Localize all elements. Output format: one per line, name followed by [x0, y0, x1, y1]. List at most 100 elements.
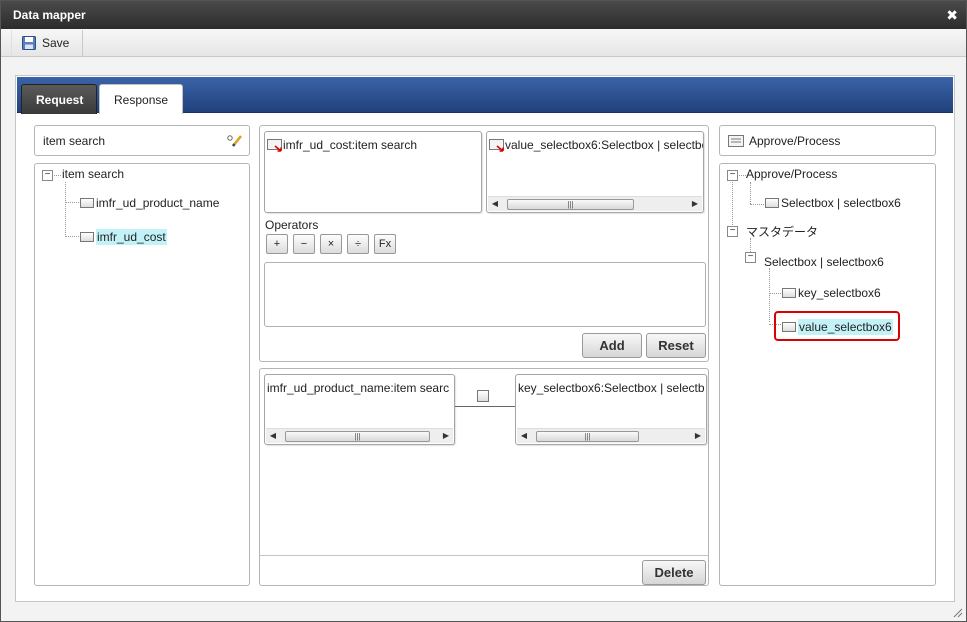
- tree-node-selectbox[interactable]: Selectbox | selectbox6: [765, 196, 901, 210]
- mapping-target-box[interactable]: key_selectbox6:Selectbox | selectb ◀ |||…: [515, 374, 707, 445]
- save-button[interactable]: Save: [11, 30, 83, 56]
- tree-connector: [769, 268, 770, 322]
- mapper-content: Request Response item search − item sear…: [15, 75, 955, 602]
- tree-node-label: imfr_ud_product_name: [96, 196, 220, 210]
- tree-node-label: マスタデータ: [746, 225, 819, 239]
- tree-connector: [65, 182, 66, 237]
- scroll-left-icon[interactable]: ◀: [518, 430, 530, 442]
- tree-node-label: Selectbox | selectbox6: [764, 255, 884, 269]
- formula-panel: imfr_ud_cost:item search value_selectbox…: [259, 125, 709, 362]
- scroll-right-icon[interactable]: ▶: [440, 430, 452, 442]
- target-tree-panel: − Approve/Process Selectbox | selectbox6…: [719, 163, 936, 586]
- field-icon: [782, 322, 796, 332]
- horizontal-scrollbar[interactable]: ◀ ||| ▶: [266, 428, 453, 443]
- tree-node-root-label: item search: [62, 167, 125, 181]
- formula-input[interactable]: [264, 262, 706, 327]
- tab-response[interactable]: Response: [99, 84, 183, 114]
- tab-request[interactable]: Request: [21, 84, 97, 114]
- operator-buttons: + − × ÷ Fx: [266, 234, 406, 256]
- mapping-panel: imfr_ud_product_name:item searc ◀ ||| ▶ …: [259, 368, 709, 586]
- mapping-source-title: imfr_ud_product_name:item searc: [267, 381, 449, 395]
- source-field-title: imfr_ud_cost:item search: [267, 138, 417, 152]
- scroll-right-icon[interactable]: ▶: [689, 198, 701, 210]
- function-operator-button[interactable]: Fx: [374, 234, 396, 254]
- tree-connector: [54, 175, 61, 176]
- tree-node-key[interactable]: key_selectbox6: [782, 286, 881, 300]
- tree-node-label: value_selectbox6: [798, 319, 893, 335]
- tree-node-master-data[interactable]: マスタデータ: [746, 223, 818, 240]
- tree-connector: [769, 293, 781, 294]
- target-form-title: Approve/Process: [719, 125, 936, 156]
- tree-node-label: imfr_ud_cost: [96, 229, 167, 245]
- tree-node-root[interactable]: Approve/Process: [746, 167, 837, 181]
- target-field-label: value_selectbox6:Selectbox | selectbo: [505, 138, 704, 152]
- toolbar: Save: [1, 29, 966, 57]
- add-button[interactable]: Add: [582, 333, 642, 358]
- field-icon: [80, 198, 94, 208]
- close-icon[interactable]: ✖: [946, 7, 958, 24]
- field-icon: [782, 288, 796, 298]
- minus-operator-button[interactable]: −: [293, 234, 315, 254]
- tree-connector: [750, 182, 751, 204]
- field-icon: [765, 198, 779, 208]
- scroll-thumb[interactable]: |||: [285, 431, 430, 442]
- collapse-icon[interactable]: −: [42, 170, 53, 181]
- tree-node-selectbox-group[interactable]: Selectbox | selectbox6: [764, 255, 884, 269]
- mapping-target-title: key_selectbox6:Selectbox | selectb: [518, 381, 705, 395]
- tab-strip: Request Response: [17, 77, 953, 114]
- tree-connector: [732, 182, 733, 225]
- target-form-title-label: Approve/Process: [749, 133, 841, 148]
- target-field-box[interactable]: value_selectbox6:Selectbox | selectbo ◀ …: [486, 131, 704, 213]
- tree-node-cost[interactable]: imfr_ud_cost: [80, 229, 167, 245]
- tree-node-value[interactable]: value_selectbox6: [782, 319, 893, 335]
- horizontal-scrollbar[interactable]: ◀ ||| ▶: [517, 428, 705, 443]
- tree-node-label: Selectbox | selectbox6: [781, 196, 901, 210]
- field-link-icon: [489, 139, 504, 152]
- delete-button[interactable]: Delete: [642, 560, 706, 585]
- source-field-label: imfr_ud_cost:item search: [283, 138, 418, 152]
- mapping-checkbox[interactable]: [477, 390, 489, 402]
- tree-connector: [739, 175, 746, 176]
- tree-connector: [65, 236, 79, 237]
- tree-node-root-label: Approve/Process: [746, 167, 838, 181]
- tree-connector: [65, 202, 79, 203]
- tree-node-root[interactable]: item search: [62, 167, 124, 181]
- multiply-operator-button[interactable]: ×: [320, 234, 342, 254]
- form-icon: [728, 134, 744, 147]
- field-link-icon: [267, 139, 282, 152]
- reset-button[interactable]: Reset: [646, 333, 706, 358]
- data-mapper-window: Data mapper ✖ Save Request Response item…: [0, 0, 967, 622]
- title-bar: Data mapper ✖: [1, 1, 966, 29]
- mapping-source-box[interactable]: imfr_ud_product_name:item searc ◀ ||| ▶: [264, 374, 455, 445]
- floppy-disk-icon: [22, 36, 36, 50]
- scroll-right-icon[interactable]: ▶: [692, 430, 704, 442]
- collapse-icon[interactable]: −: [745, 252, 756, 263]
- horizontal-scrollbar[interactable]: ◀ ||| ▶: [488, 196, 702, 211]
- window-title: Data mapper: [13, 8, 86, 22]
- edit-pencil-icon[interactable]: [227, 134, 243, 148]
- scroll-thumb[interactable]: |||: [507, 199, 634, 210]
- scroll-left-icon[interactable]: ◀: [267, 430, 279, 442]
- divide-operator-button[interactable]: ÷: [347, 234, 369, 254]
- mapping-source-label: imfr_ud_product_name:item searc: [267, 381, 450, 395]
- tree-connector: [750, 204, 764, 205]
- save-label: Save: [42, 36, 70, 50]
- field-icon: [80, 232, 94, 242]
- resize-grip-icon[interactable]: [951, 606, 963, 618]
- tree-node-product-name[interactable]: imfr_ud_product_name: [80, 196, 219, 210]
- operators-label: Operators: [265, 218, 319, 232]
- source-tree-panel: − item search imfr_ud_product_name imfr_…: [34, 163, 250, 586]
- target-field-title: value_selectbox6:Selectbox | selectbo: [489, 138, 704, 152]
- source-field-box[interactable]: imfr_ud_cost:item search: [264, 131, 482, 213]
- source-form-title: item search: [34, 125, 250, 156]
- mapping-connector-line: [455, 406, 515, 407]
- plus-operator-button[interactable]: +: [266, 234, 288, 254]
- divider: [260, 555, 708, 556]
- scroll-thumb[interactable]: |||: [536, 431, 639, 442]
- mapping-target-label: key_selectbox6:Selectbox | selectb: [518, 381, 705, 395]
- tree-node-label: key_selectbox6: [798, 286, 881, 300]
- source-form-title-label: item search: [43, 133, 106, 148]
- scroll-left-icon[interactable]: ◀: [489, 198, 501, 210]
- collapse-icon[interactable]: −: [727, 226, 738, 237]
- collapse-icon[interactable]: −: [727, 170, 738, 181]
